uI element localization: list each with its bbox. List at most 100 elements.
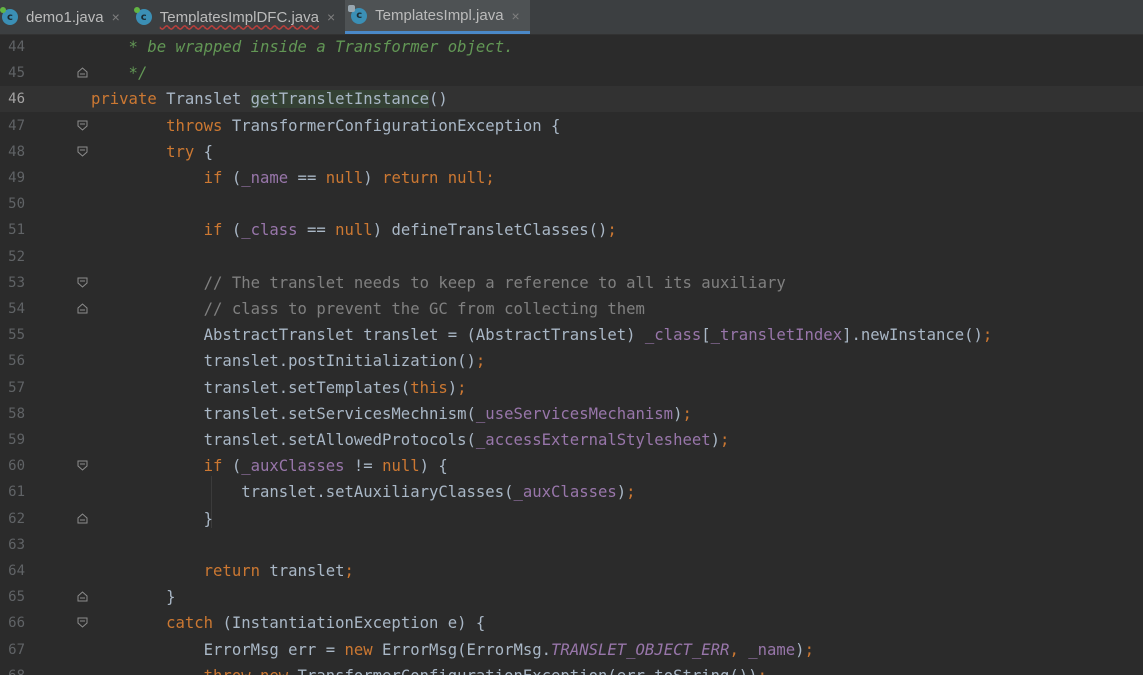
- line-number: 50: [8, 196, 25, 213]
- code-text: AbstractTranslet translet = (AbstractTra…: [91, 322, 993, 348]
- fold-collapse-icon[interactable]: [77, 617, 88, 629]
- code-token: ): [616, 483, 627, 502]
- code-token: }: [91, 509, 214, 528]
- code-text: translet.postInitialization();: [91, 348, 486, 374]
- code-text: translet.setTemplates(this);: [91, 375, 467, 401]
- code-line[interactable]: 62 }: [0, 506, 1143, 532]
- fold-end-icon[interactable]: [77, 303, 88, 314]
- code-line[interactable]: 61 translet.setAuxiliaryClasses(_auxClas…: [0, 479, 1143, 505]
- code-line[interactable]: 59 translet.setAllowedProtocols(_accessE…: [0, 427, 1143, 453]
- code-text: translet.setServicesMechnism(_useService…: [91, 401, 692, 427]
- tab-label: TemplatesImpl.java: [375, 7, 504, 24]
- code-token: // The translet needs to keep a referenc…: [91, 273, 786, 292]
- line-number: 60: [8, 458, 25, 475]
- code-token: _class: [241, 221, 298, 240]
- code-line[interactable]: 48 try {: [0, 139, 1143, 165]
- code-line[interactable]: 46 private Translet getTransletInstance(): [0, 86, 1143, 113]
- code-token: _auxClasses: [241, 457, 345, 476]
- tab-templatesimpldfc-java[interactable]: c TemplatesImplDFC.java ×: [130, 0, 345, 34]
- code-line[interactable]: 64 return translet;: [0, 558, 1143, 584]
- code-text: private Translet getTransletInstance(): [91, 86, 448, 112]
- code-editor[interactable]: 44 * be wrapped inside a Transformer obj…: [0, 34, 1143, 675]
- code-token: */: [91, 64, 148, 83]
- code-token: null: [335, 221, 373, 240]
- code-line[interactable]: 56 translet.postInitialization();: [0, 348, 1143, 374]
- code-line[interactable]: 54 // class to prevent the GC from colle…: [0, 296, 1143, 322]
- code-token: if: [91, 221, 232, 240]
- close-icon[interactable]: ×: [112, 9, 120, 25]
- code-line[interactable]: 68 throw new TransformerConfigurationExc…: [0, 663, 1143, 675]
- tab-templatesimpl-java[interactable]: c TemplatesImpl.java ×: [345, 0, 530, 34]
- line-number: 56: [8, 353, 25, 370]
- code-token: throws: [91, 116, 232, 135]
- code-text: }: [91, 506, 213, 532]
- code-line[interactable]: 67 ErrorMsg err = new ErrorMsg(ErrorMsg.…: [0, 637, 1143, 663]
- line-number: 63: [8, 536, 25, 553]
- code-line[interactable]: 55 AbstractTranslet translet = (Abstract…: [0, 322, 1143, 348]
- close-icon[interactable]: ×: [512, 8, 520, 24]
- code-token: null: [382, 457, 420, 476]
- line-number: 57: [8, 379, 25, 396]
- code-line[interactable]: 53 // The translet needs to keep a refer…: [0, 270, 1143, 296]
- code-line[interactable]: 49 if (_name == null) return null;: [0, 165, 1143, 191]
- code-text: if (_class == null) defineTransletClasse…: [91, 217, 617, 243]
- code-text: return translet;: [91, 558, 354, 584]
- fold-collapse-icon[interactable]: [77, 120, 88, 131]
- line-number: 48: [8, 143, 25, 160]
- code-token: ErrorMsg err =: [91, 640, 345, 659]
- line-number: 59: [8, 432, 25, 448]
- fold-end-icon[interactable]: [77, 591, 88, 602]
- code-text: ErrorMsg err = new ErrorMsg(ErrorMsg.TRA…: [91, 637, 814, 663]
- editor-tab-bar: c demo1.java × c TemplatesImplDFC.java × c Temp…: [0, 0, 1143, 35]
- fold-end-icon[interactable]: [77, 512, 88, 524]
- line-number: 51: [8, 222, 25, 239]
- code-token: ) {: [419, 457, 448, 476]
- code-line[interactable]: 45 */: [0, 60, 1143, 86]
- fold-collapse-icon[interactable]: [77, 460, 88, 471]
- code-line[interactable]: 60 if (_auxClasses != null) {: [0, 453, 1143, 479]
- code-line[interactable]: 51 if (_class == null) defineTransletCla…: [0, 217, 1143, 243]
- code-token: _auxClasses: [513, 483, 617, 502]
- tab-demo1-java[interactable]: c demo1.java ×: [0, 0, 130, 34]
- line-number: 64: [8, 563, 25, 579]
- code-line[interactable]: 63: [0, 532, 1143, 558]
- code-token: ;: [758, 667, 767, 675]
- code-line[interactable]: 50: [0, 191, 1143, 217]
- code-line[interactable]: 47 throws TransformerConfigurationExcept…: [0, 113, 1143, 139]
- code-line[interactable]: 52: [0, 244, 1143, 270]
- code-text: catch (InstantiationException e) {: [91, 610, 485, 636]
- code-text: throw new TransformerConfigurationExcept…: [91, 663, 767, 675]
- fold-collapse-icon[interactable]: [77, 146, 88, 157]
- code-line[interactable]: 65 }: [0, 584, 1143, 610]
- code-line[interactable]: 57 translet.setTemplates(this);: [0, 375, 1143, 401]
- code-line[interactable]: 66 catch (InstantiationException e) {: [0, 610, 1143, 636]
- code-token: (: [231, 457, 242, 476]
- code-token: return: [91, 562, 270, 580]
- fold-collapse-icon[interactable]: [77, 277, 88, 288]
- code-line[interactable]: 58 translet.setServicesMechnism(_useServ…: [0, 401, 1143, 427]
- line-number: 44: [8, 39, 25, 55]
- code-token: ;: [626, 483, 636, 502]
- line-number: 53: [8, 274, 25, 291]
- code-text: * be wrapped inside a Transformer object…: [91, 34, 514, 60]
- code-token: ==: [297, 221, 336, 240]
- code-token: (: [231, 221, 242, 240]
- tab-label: TemplatesImplDFC.java: [159, 8, 319, 26]
- line-number: 52: [8, 248, 25, 265]
- code-token: [: [701, 326, 711, 345]
- code-token: ): [795, 640, 805, 659]
- fold-end-icon[interactable]: [77, 67, 88, 78]
- code-token: return null;: [382, 169, 495, 187]
- line-number: 66: [8, 615, 25, 632]
- code-token: if: [91, 169, 232, 187]
- code-token: ;: [344, 562, 354, 580]
- code-text: */: [91, 60, 148, 86]
- close-icon[interactable]: ×: [327, 9, 335, 25]
- code-line[interactable]: 44 * be wrapped inside a Transformer obj…: [0, 34, 1143, 60]
- line-number: 47: [8, 117, 25, 134]
- code-token: ==: [288, 169, 326, 187]
- code-text: translet.setAllowedProtocols(_accessExte…: [91, 427, 730, 453]
- code-token: null: [325, 169, 364, 187]
- code-text: if (_auxClasses != null) {: [91, 453, 448, 479]
- line-number: 49: [8, 170, 25, 186]
